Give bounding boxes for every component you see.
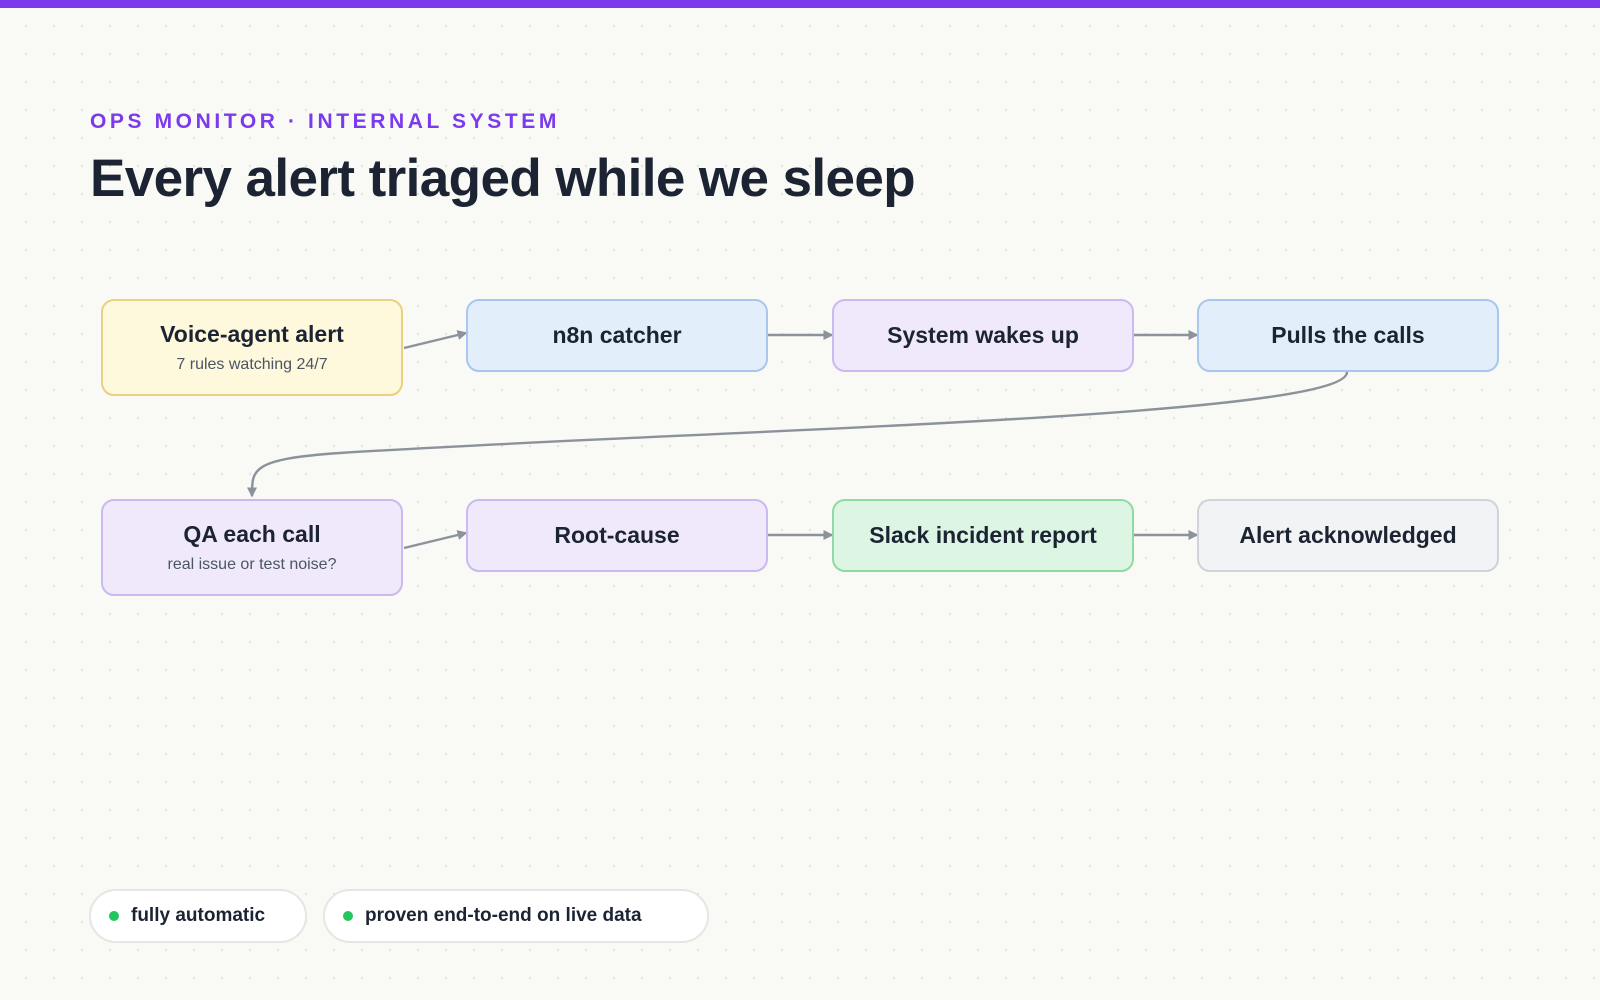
node-title: Alert acknowledged <box>1239 522 1457 548</box>
status-dot-icon <box>343 911 353 921</box>
node-title: Voice-agent alert <box>160 321 344 347</box>
badge-proven-end-to-end: proven end-to-end on live data <box>323 889 709 943</box>
badge-label: fully automatic <box>131 905 266 926</box>
badge-label: proven end-to-end on live data <box>365 905 642 926</box>
node-pulls-the-calls: Pulls the calls <box>1197 299 1499 372</box>
badge-fully-automatic: fully automatic <box>89 889 307 943</box>
node-subtitle: 7 rules watching 24/7 <box>176 356 328 373</box>
node-title: QA each call <box>183 521 321 547</box>
node-title: Slack incident report <box>869 522 1097 548</box>
connector-alert-to-catcher <box>403 330 468 350</box>
node-title: n8n catcher <box>552 322 682 348</box>
node-title: System wakes up <box>887 322 1079 348</box>
node-title: Root-cause <box>554 522 680 548</box>
node-title: Pulls the calls <box>1271 322 1425 348</box>
node-qa-each-call: QA each call real issue or test noise? <box>101 499 403 596</box>
connector-qa-to-rootcause <box>403 530 468 550</box>
node-slack-incident-report: Slack incident report <box>832 499 1134 572</box>
connector-pulls-to-qa <box>246 371 1349 498</box>
node-n8n-catcher: n8n catcher <box>466 299 768 372</box>
node-subtitle: real issue or test noise? <box>167 556 337 573</box>
node-alert-acknowledged: Alert acknowledged <box>1197 499 1499 572</box>
node-root-cause: Root-cause <box>466 499 768 572</box>
node-system-wakes-up: System wakes up <box>832 299 1134 372</box>
status-dot-icon <box>109 911 119 921</box>
node-voice-agent-alert: Voice-agent alert 7 rules watching 24/7 <box>101 299 403 396</box>
